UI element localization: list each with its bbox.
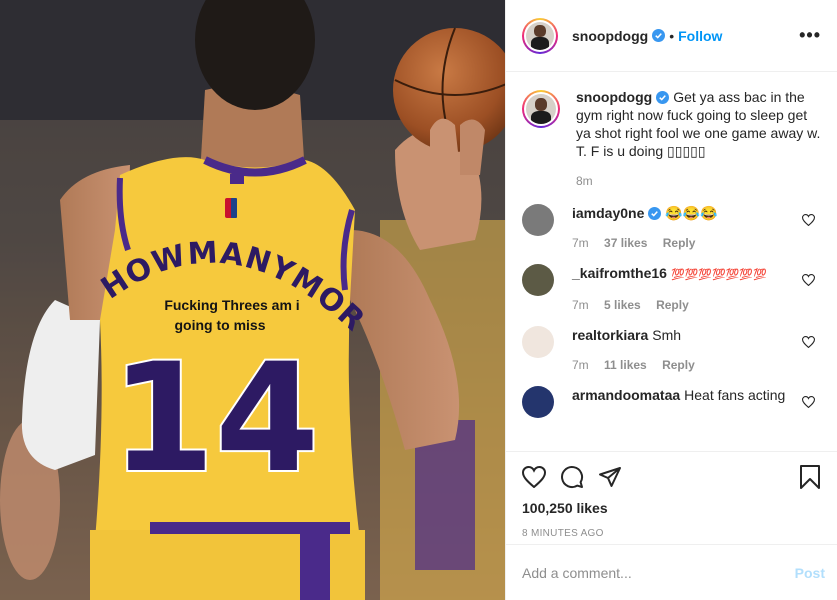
comment-bubble-icon[interactable] — [560, 465, 584, 489]
verified-badge-icon — [656, 91, 670, 104]
like-comment-heart-icon[interactable] — [802, 396, 815, 408]
jersey-line-1: Fucking Threes am i — [164, 297, 299, 313]
separator-dot: • — [669, 27, 675, 44]
reply-button[interactable]: Reply — [656, 298, 689, 312]
post-image[interactable]: HOWMANYMORE Fucking Threes am i going to… — [0, 0, 505, 600]
comment-text: Smh — [652, 327, 682, 343]
comment-age: 7m — [572, 358, 589, 372]
jersey-line-2: going to miss — [175, 317, 266, 333]
post-caption: snoopdogg Get ya ass bac in the gym right… — [522, 88, 821, 188]
comment-likes[interactable]: 37 likes — [604, 236, 647, 250]
comment-username[interactable]: armandoomataa — [572, 387, 680, 403]
comment-likes[interactable]: 11 likes — [604, 358, 647, 372]
like-heart-icon[interactable] — [522, 466, 546, 488]
commenter-avatar[interactable] — [522, 204, 554, 236]
commenter-avatar[interactable] — [522, 326, 554, 358]
comment-item: armandoomataa Heat fans acting — [522, 386, 821, 418]
comment-username[interactable]: realtorkiara — [572, 327, 648, 343]
comment-text: Heat fans acting — [684, 387, 786, 403]
comment-username[interactable]: _kaifromthe16 — [572, 265, 667, 281]
comment-age: 7m — [572, 298, 589, 312]
verified-badge-icon — [652, 29, 666, 42]
author-username[interactable]: snoopdogg — [572, 28, 648, 44]
comment-text: 💯💯💯💯💯💯💯 — [670, 269, 767, 281]
comment-likes[interactable]: 5 likes — [604, 298, 641, 312]
share-paper-plane-icon[interactable] — [598, 465, 622, 489]
save-bookmark-icon[interactable] — [799, 465, 821, 489]
reply-button[interactable]: Reply — [663, 236, 696, 250]
caption-avatar[interactable] — [522, 90, 560, 128]
caption-username[interactable]: snoopdogg — [576, 89, 652, 105]
author-avatar[interactable] — [522, 17, 558, 54]
comment-item: _kaifromthe16 💯💯💯💯💯💯💯 7m 5 likes Reply — [522, 264, 821, 312]
add-comment-input[interactable] — [522, 564, 795, 581]
like-comment-heart-icon[interactable] — [802, 274, 815, 286]
basketball-player-illustration: HOWMANYMORE Fucking Threes am i going to… — [0, 0, 505, 600]
post-header: snoopdogg • Follow ••• — [506, 0, 837, 72]
like-comment-heart-icon[interactable] — [802, 336, 815, 348]
comment-age: 7m — [572, 236, 589, 250]
post-actions: 100,250 likes 8 MINUTES AGO — [506, 452, 837, 539]
comment-username[interactable]: iamday0ne — [572, 205, 644, 221]
more-options-button[interactable]: ••• — [799, 25, 821, 46]
reply-button[interactable]: Reply — [662, 358, 695, 372]
commenter-avatar[interactable] — [522, 264, 554, 296]
add-comment-bar: Post — [506, 544, 837, 600]
caption-age: 8m — [576, 174, 593, 188]
comment-text: 😂😂😂 — [665, 205, 718, 221]
comment-item: realtorkiara Smh 7m 11 likes Reply — [522, 326, 821, 372]
commenter-avatar[interactable] — [522, 386, 554, 418]
likes-count[interactable]: 100,250 likes — [522, 500, 821, 516]
verified-badge-icon — [648, 207, 662, 220]
post-comment-button[interactable]: Post — [795, 565, 825, 581]
follow-button[interactable]: Follow — [678, 28, 722, 44]
post-sidebar: snoopdogg • Follow ••• snoopdogg Get ya a… — [505, 0, 837, 600]
jersey-number: 14 — [111, 332, 320, 506]
comment-item: iamday0ne 😂😂😂 7m 37 likes Reply — [522, 204, 821, 250]
post-timestamp: 8 MINUTES AGO — [522, 528, 604, 539]
like-comment-heart-icon[interactable] — [802, 214, 815, 226]
comments-list[interactable]: snoopdogg Get ya ass bac in the gym right… — [506, 72, 837, 452]
